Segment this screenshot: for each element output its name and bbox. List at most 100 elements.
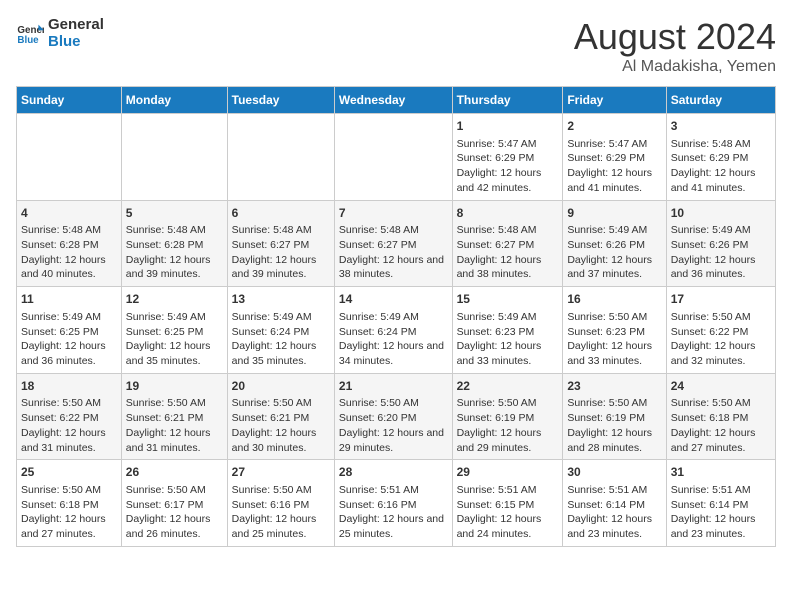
sunset-text: Sunset: 6:25 PM: [21, 325, 117, 340]
header-row: SundayMondayTuesdayWednesdayThursdayFrid…: [17, 87, 776, 114]
daylight-text: Daylight: 12 hours and 29 minutes.: [339, 426, 448, 455]
calendar-cell: 7Sunrise: 5:48 AMSunset: 6:27 PMDaylight…: [334, 200, 452, 287]
daylight-text: Daylight: 12 hours and 23 minutes.: [567, 512, 661, 541]
sunrise-text: Sunrise: 5:49 AM: [339, 310, 448, 325]
sunset-text: Sunset: 6:26 PM: [567, 238, 661, 253]
daylight-text: Daylight: 12 hours and 33 minutes.: [457, 339, 559, 368]
daylight-text: Daylight: 12 hours and 27 minutes.: [21, 512, 117, 541]
calendar-cell: 10Sunrise: 5:49 AMSunset: 6:26 PMDayligh…: [666, 200, 775, 287]
daylight-text: Daylight: 12 hours and 31 minutes.: [21, 426, 117, 455]
daylight-text: Daylight: 12 hours and 42 minutes.: [457, 166, 559, 195]
sunset-text: Sunset: 6:29 PM: [457, 151, 559, 166]
calendar-cell: 27Sunrise: 5:50 AMSunset: 6:16 PMDayligh…: [227, 460, 334, 547]
calendar-cell: 17Sunrise: 5:50 AMSunset: 6:22 PMDayligh…: [666, 287, 775, 374]
daylight-text: Daylight: 12 hours and 38 minutes.: [339, 253, 448, 282]
daylight-text: Daylight: 12 hours and 39 minutes.: [126, 253, 223, 282]
day-number: 21: [339, 378, 448, 395]
daylight-text: Daylight: 12 hours and 23 minutes.: [671, 512, 771, 541]
sunset-text: Sunset: 6:14 PM: [671, 498, 771, 513]
calendar-cell: [121, 114, 227, 201]
header-day: Friday: [563, 87, 666, 114]
sunrise-text: Sunrise: 5:50 AM: [671, 310, 771, 325]
sunrise-text: Sunrise: 5:48 AM: [339, 223, 448, 238]
day-number: 6: [232, 205, 330, 222]
sunrise-text: Sunrise: 5:50 AM: [21, 396, 117, 411]
page-header: General Blue General Blue August 2024 Al…: [16, 16, 776, 76]
daylight-text: Daylight: 12 hours and 34 minutes.: [339, 339, 448, 368]
calendar-cell: 24Sunrise: 5:50 AMSunset: 6:18 PMDayligh…: [666, 373, 775, 460]
daylight-text: Daylight: 12 hours and 25 minutes.: [339, 512, 448, 541]
day-number: 5: [126, 205, 223, 222]
sunset-text: Sunset: 6:29 PM: [671, 151, 771, 166]
calendar-cell: 30Sunrise: 5:51 AMSunset: 6:14 PMDayligh…: [563, 460, 666, 547]
sunrise-text: Sunrise: 5:50 AM: [671, 396, 771, 411]
calendar-table: SundayMondayTuesdayWednesdayThursdayFrid…: [16, 86, 776, 547]
daylight-text: Daylight: 12 hours and 41 minutes.: [567, 166, 661, 195]
daylight-text: Daylight: 12 hours and 31 minutes.: [126, 426, 223, 455]
sunrise-text: Sunrise: 5:49 AM: [671, 223, 771, 238]
calendar-cell: 16Sunrise: 5:50 AMSunset: 6:23 PMDayligh…: [563, 287, 666, 374]
header-day: Thursday: [452, 87, 563, 114]
calendar-cell: [227, 114, 334, 201]
sunrise-text: Sunrise: 5:50 AM: [126, 483, 223, 498]
sunset-text: Sunset: 6:18 PM: [21, 498, 117, 513]
daylight-text: Daylight: 12 hours and 35 minutes.: [232, 339, 330, 368]
sunrise-text: Sunrise: 5:48 AM: [21, 223, 117, 238]
logo: General Blue General Blue: [16, 16, 104, 51]
sunrise-text: Sunrise: 5:50 AM: [232, 396, 330, 411]
sunrise-text: Sunrise: 5:51 AM: [339, 483, 448, 498]
sunset-text: Sunset: 6:23 PM: [567, 325, 661, 340]
sunset-text: Sunset: 6:16 PM: [232, 498, 330, 513]
header-day: Monday: [121, 87, 227, 114]
sunrise-text: Sunrise: 5:48 AM: [126, 223, 223, 238]
sunset-text: Sunset: 6:21 PM: [232, 411, 330, 426]
sunrise-text: Sunrise: 5:50 AM: [457, 396, 559, 411]
daylight-text: Daylight: 12 hours and 30 minutes.: [232, 426, 330, 455]
sunrise-text: Sunrise: 5:47 AM: [567, 137, 661, 152]
calendar-cell: [334, 114, 452, 201]
day-number: 22: [457, 378, 559, 395]
day-number: 23: [567, 378, 661, 395]
calendar-cell: 18Sunrise: 5:50 AMSunset: 6:22 PMDayligh…: [17, 373, 122, 460]
logo-line2: Blue: [48, 33, 104, 50]
day-number: 4: [21, 205, 117, 222]
daylight-text: Daylight: 12 hours and 29 minutes.: [457, 426, 559, 455]
day-number: 31: [671, 464, 771, 481]
calendar-cell: 26Sunrise: 5:50 AMSunset: 6:17 PMDayligh…: [121, 460, 227, 547]
sunrise-text: Sunrise: 5:50 AM: [126, 396, 223, 411]
daylight-text: Daylight: 12 hours and 35 minutes.: [126, 339, 223, 368]
sunrise-text: Sunrise: 5:49 AM: [457, 310, 559, 325]
day-number: 15: [457, 291, 559, 308]
day-number: 2: [567, 118, 661, 135]
day-number: 26: [126, 464, 223, 481]
month-title: August 2024: [574, 16, 776, 58]
calendar-cell: 29Sunrise: 5:51 AMSunset: 6:15 PMDayligh…: [452, 460, 563, 547]
sunset-text: Sunset: 6:27 PM: [457, 238, 559, 253]
sunrise-text: Sunrise: 5:51 AM: [567, 483, 661, 498]
day-number: 3: [671, 118, 771, 135]
calendar-cell: 25 Sunrise: 5:50 AMSunset: 6:18 PMDayligh…: [17, 460, 122, 547]
calendar-cell: 9Sunrise: 5:49 AMSunset: 6:26 PMDaylight…: [563, 200, 666, 287]
day-number: 28: [339, 464, 448, 481]
sunrise-text: Sunrise: 5:50 AM: [21, 483, 117, 498]
day-number: 29: [457, 464, 559, 481]
sunset-text: Sunset: 6:29 PM: [567, 151, 661, 166]
daylight-text: Daylight: 12 hours and 36 minutes.: [671, 253, 771, 282]
day-number: 16: [567, 291, 661, 308]
day-number: 12: [126, 291, 223, 308]
day-number: 1: [457, 118, 559, 135]
sunset-text: Sunset: 6:19 PM: [567, 411, 661, 426]
calendar-cell: 4Sunrise: 5:48 AMSunset: 6:28 PMDaylight…: [17, 200, 122, 287]
day-number: 25: [21, 464, 117, 481]
calendar-cell: 28Sunrise: 5:51 AMSunset: 6:16 PMDayligh…: [334, 460, 452, 547]
day-number: 18: [21, 378, 117, 395]
location-title: Al Madakisha, Yemen: [574, 58, 776, 76]
sunset-text: Sunset: 6:27 PM: [339, 238, 448, 253]
sunset-text: Sunset: 6:27 PM: [232, 238, 330, 253]
sunrise-text: Sunrise: 5:48 AM: [457, 223, 559, 238]
daylight-text: Daylight: 12 hours and 41 minutes.: [671, 166, 771, 195]
sunset-text: Sunset: 6:22 PM: [21, 411, 117, 426]
daylight-text: Daylight: 12 hours and 40 minutes.: [21, 253, 117, 282]
sunrise-text: Sunrise: 5:49 AM: [126, 310, 223, 325]
sunrise-text: Sunrise: 5:50 AM: [567, 310, 661, 325]
